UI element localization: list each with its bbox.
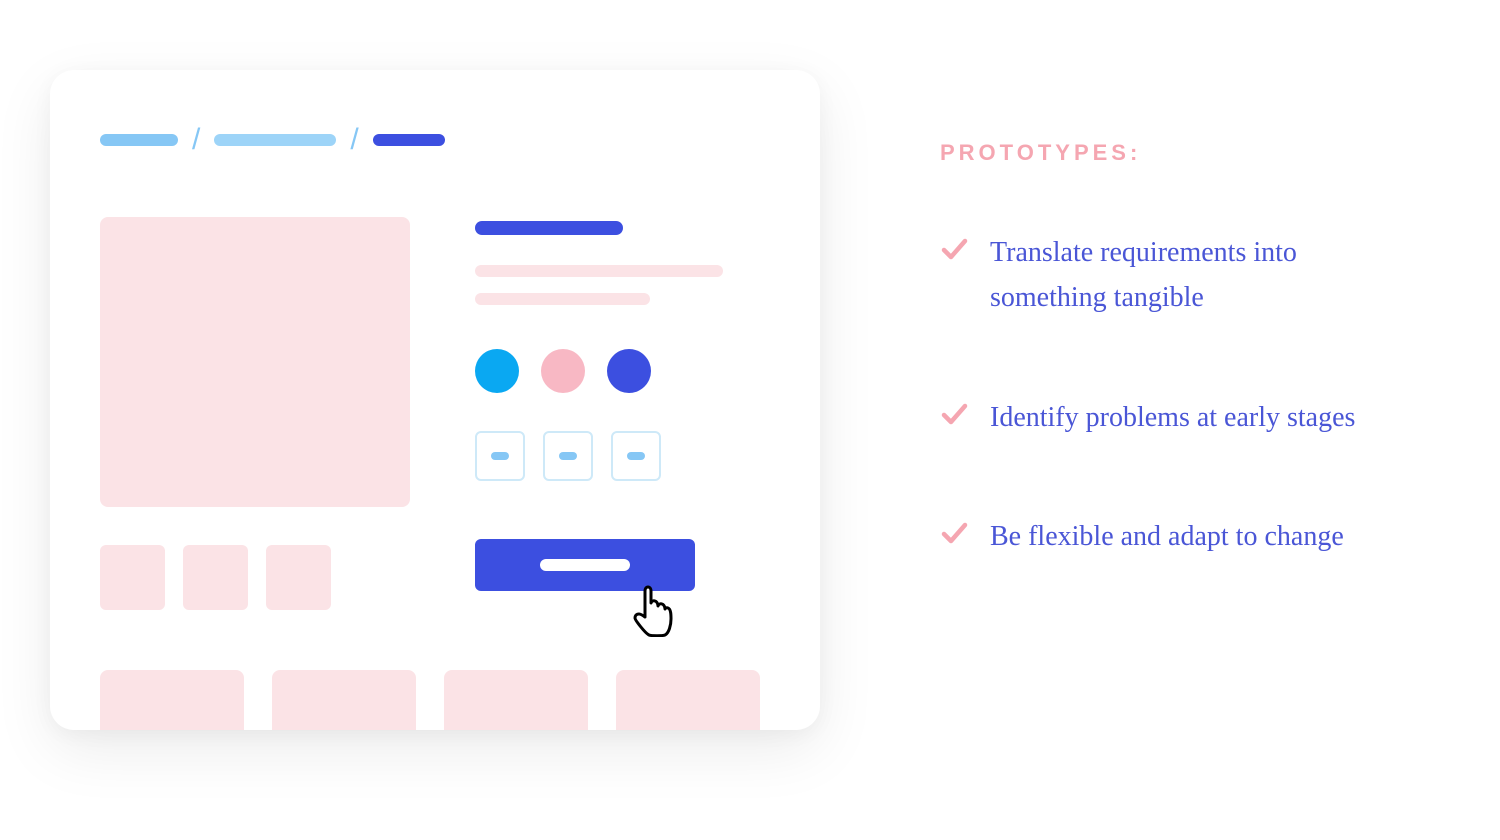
breadcrumb-separator-icon: /	[350, 125, 358, 155]
text-column: PROTOTYPES: Translate requirements into …	[940, 70, 1420, 635]
thumbnail-2[interactable]	[183, 545, 248, 610]
wireframe-card: / /	[50, 70, 820, 730]
breadcrumb-item-1[interactable]	[100, 134, 178, 146]
product-images	[100, 217, 410, 610]
breadcrumb-separator-icon: /	[192, 125, 200, 155]
color-swatch-indigo[interactable]	[607, 349, 651, 393]
bullet-1: Translate requirements into something ta…	[940, 231, 1420, 321]
thumbnail-1[interactable]	[100, 545, 165, 610]
bullet-text-2: Identify problems at early stages	[990, 396, 1355, 441]
description-line-1	[475, 265, 723, 277]
option-box-2[interactable]	[543, 431, 593, 481]
check-icon	[940, 235, 968, 263]
option-boxes	[475, 431, 723, 481]
color-swatch-blue[interactable]	[475, 349, 519, 393]
related-card-2[interactable]	[272, 670, 416, 730]
cta-button[interactable]	[475, 539, 695, 591]
related-card-4[interactable]	[616, 670, 760, 730]
related-card-3[interactable]	[444, 670, 588, 730]
description-line-2	[475, 293, 650, 305]
breadcrumb-item-3[interactable]	[373, 134, 445, 146]
breadcrumb-item-2[interactable]	[214, 134, 336, 146]
color-swatch-pink[interactable]	[541, 349, 585, 393]
option-box-3[interactable]	[611, 431, 661, 481]
bullet-2: Identify problems at early stages	[940, 396, 1420, 441]
thumbnail-3[interactable]	[266, 545, 331, 610]
color-swatches	[475, 349, 723, 393]
product-details	[475, 217, 723, 591]
bullet-3: Be flexible and adapt to change	[940, 515, 1420, 560]
option-box-1[interactable]	[475, 431, 525, 481]
breadcrumb: / /	[100, 125, 770, 155]
check-icon	[940, 400, 968, 428]
related-card-1[interactable]	[100, 670, 244, 730]
main-image-placeholder	[100, 217, 410, 507]
thumbnail-row	[100, 545, 410, 610]
pointer-cursor-icon	[627, 581, 677, 637]
bullet-text-1: Translate requirements into something ta…	[990, 231, 1420, 321]
product-row	[100, 217, 770, 610]
section-heading: PROTOTYPES:	[940, 140, 1420, 166]
bullet-text-3: Be flexible and adapt to change	[990, 515, 1344, 560]
cta-label-placeholder	[540, 559, 630, 571]
check-icon	[940, 519, 968, 547]
related-items-row	[100, 670, 770, 730]
product-title-placeholder	[475, 221, 623, 235]
